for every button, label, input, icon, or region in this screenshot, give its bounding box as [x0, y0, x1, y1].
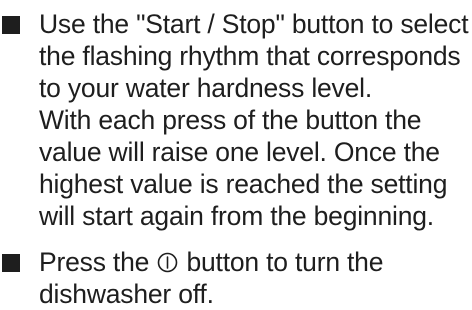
- instruction-text-before-icon: Press the: [39, 247, 150, 277]
- instruction-line: With each press of the button the: [39, 105, 422, 135]
- instruction-line: dishwasher off.: [39, 279, 214, 309]
- instruction-line: highest value is reached the setting: [39, 169, 448, 199]
- instruction-line: will start again from the beginning.: [39, 201, 434, 231]
- instruction-line: value will raise one level. Once the: [39, 137, 440, 167]
- instruction-line: Press the button to turn the: [39, 246, 472, 278]
- instruction-list: Use the "Start / Stop" button to select …: [0, 8, 472, 310]
- instruction-line: the flashing rhythm that corresponds: [39, 41, 461, 71]
- power-button-icon: [157, 252, 178, 273]
- bullet-square-icon: [2, 16, 20, 34]
- instruction-line: Use the "Start / Stop" button to select: [39, 9, 469, 39]
- instruction-line: to your water hardness level.: [39, 73, 372, 103]
- bullet-square-icon: [2, 254, 20, 272]
- instruction-text-after-icon: button to turn the: [186, 247, 384, 277]
- instruction-step-turn-off: Press the button to turn the dishwasher …: [0, 246, 472, 310]
- instruction-step-select-hardness: Use the "Start / Stop" button to select …: [0, 8, 472, 232]
